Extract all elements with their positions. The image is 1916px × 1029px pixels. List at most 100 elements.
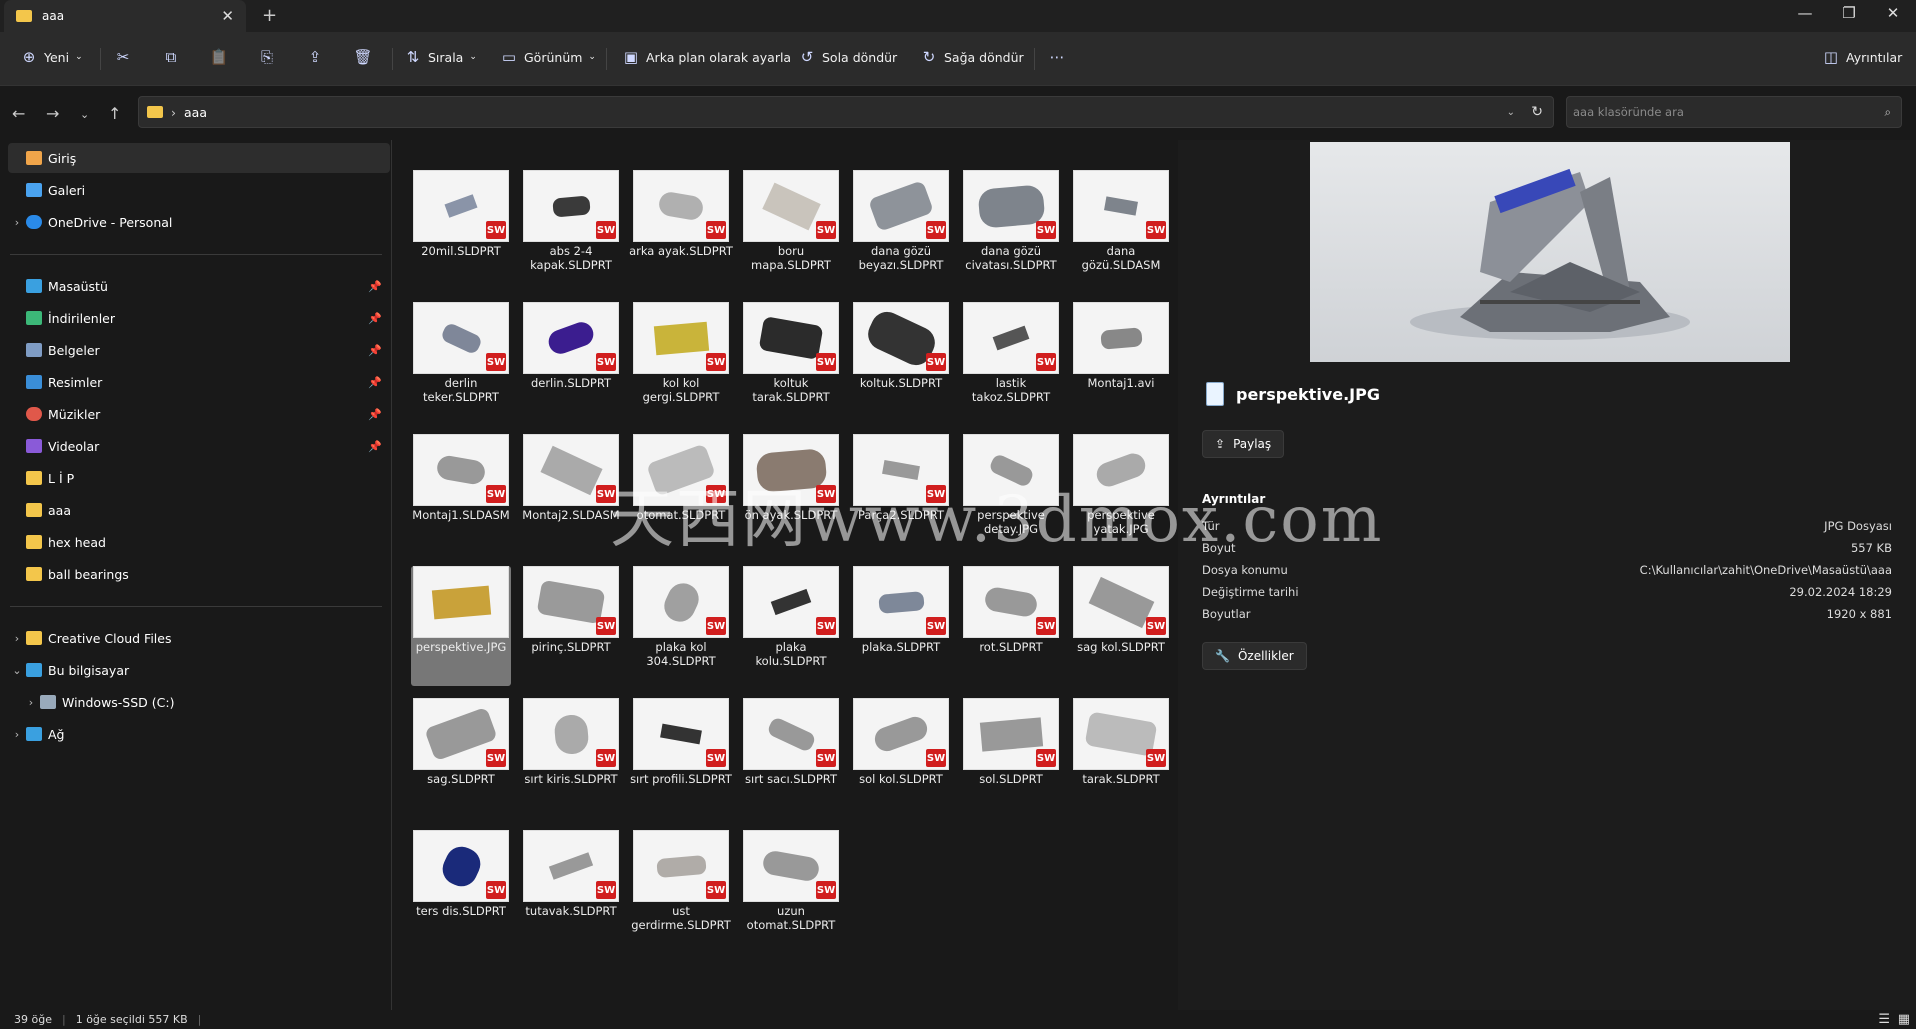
- file-item[interactable]: SW derlin teker.SLDPRT: [411, 302, 511, 422]
- file-item[interactable]: Montaj1.avi: [1071, 302, 1171, 422]
- properties-button[interactable]: 🔧 Özellikler: [1202, 642, 1307, 670]
- computer-icon: [26, 663, 42, 677]
- address-bar[interactable]: › aaa ⌄ ↻: [138, 96, 1554, 128]
- file-item[interactable]: SW Montaj2.SLDASM: [521, 434, 621, 554]
- minimize-button[interactable]: —: [1790, 4, 1820, 22]
- chevron-down-icon[interactable]: ⌄: [8, 664, 26, 677]
- share-button[interactable]: ⇪ Paylaş: [1202, 430, 1285, 458]
- new-tab-button[interactable]: +: [262, 5, 277, 26]
- file-item[interactable]: SW tutavak.SLDPRT: [521, 830, 621, 950]
- file-item[interactable]: SW lastik takoz.SLDPRT: [961, 302, 1061, 422]
- close-tab-icon[interactable]: ✕: [221, 7, 234, 25]
- chevron-right-icon[interactable]: ›: [8, 216, 26, 229]
- file-item[interactable]: SW ön ayak.SLDPRT: [741, 434, 841, 554]
- sidebar-item-gallery[interactable]: Galeri: [8, 175, 390, 205]
- file-item[interactable]: SW derlin.SLDPRT: [521, 302, 621, 422]
- file-item[interactable]: SW boru mapa.SLDPRT: [741, 170, 841, 290]
- share-button[interactable]: ⇪: [306, 48, 330, 66]
- file-item[interactable]: SW sag.SLDPRT: [411, 698, 511, 818]
- sidebar-item-this-pc[interactable]: ⌄ Bu bilgisayar: [8, 655, 390, 685]
- file-item[interactable]: perspektive detay.JPG: [961, 434, 1061, 554]
- file-item[interactable]: SW 20mil.SLDPRT: [411, 170, 511, 290]
- file-name: abs 2-4 kapak.SLDPRT: [530, 244, 612, 272]
- machine-preview-graphic: [1410, 168, 1690, 340]
- file-thumbnail: SW: [523, 434, 619, 506]
- file-thumbnail: SW: [523, 170, 619, 242]
- file-item[interactable]: SW plaka kolu.SLDPRT: [741, 566, 841, 686]
- recent-dropdown-icon[interactable]: ⌄: [80, 108, 89, 121]
- sidebar-item-documents[interactable]: Belgeler 📌: [8, 335, 390, 365]
- file-item[interactable]: SW dana gözü civatası.SLDPRT: [961, 170, 1061, 290]
- file-item[interactable]: perspektive yatak.JPG: [1071, 434, 1171, 554]
- sidebar-item-hex-head[interactable]: hex head: [8, 527, 390, 557]
- tiles-view-icon[interactable]: ▦: [1898, 1012, 1910, 1027]
- details-pane-button[interactable]: ◫ Ayrıntılar: [1822, 48, 1902, 66]
- cut-button[interactable]: ✂: [114, 48, 138, 66]
- solidworks-badge-icon: SW: [706, 221, 726, 239]
- sidebar-item-lip[interactable]: L İ P: [8, 463, 390, 493]
- file-item[interactable]: SW rot.SLDPRT: [961, 566, 1061, 686]
- file-item[interactable]: SW sırt kiris.SLDPRT: [521, 698, 621, 818]
- file-item[interactable]: SW arka ayak.SLDPRT: [629, 170, 733, 290]
- more-options-button[interactable]: ⋯: [1048, 48, 1072, 66]
- file-item[interactable]: SW sag kol.SLDPRT: [1071, 566, 1171, 686]
- file-item[interactable]: SW Montaj1.SLDASM: [411, 434, 511, 554]
- file-item[interactable]: SW abs 2-4 kapak.SLDPRT: [521, 170, 621, 290]
- file-item[interactable]: SW pirinç.SLDPRT: [521, 566, 621, 686]
- up-arrow-icon[interactable]: ↑: [108, 104, 121, 123]
- file-item[interactable]: SW kol kol gergi.SLDPRT: [631, 302, 731, 422]
- sidebar-item-ball-bearings[interactable]: ball bearings: [8, 559, 390, 589]
- file-item[interactable]: SW Parça2.SLDPRT: [851, 434, 951, 554]
- set-background-button[interactable]: ▣ Arka plan olarak ayarla: [622, 48, 791, 66]
- file-item[interactable]: SW dana gözü.SLDASM: [1071, 170, 1171, 290]
- restore-button[interactable]: ❐: [1834, 4, 1864, 22]
- rename-button[interactable]: ⎘: [258, 48, 282, 66]
- search-input[interactable]: aaa klasöründe ara ⌕: [1566, 96, 1902, 128]
- sidebar-item-music[interactable]: Müzikler 📌: [8, 399, 390, 429]
- file-item[interactable]: SW sırt sacı.SLDPRT: [741, 698, 841, 818]
- file-item[interactable]: SW koltuk tarak.SLDPRT: [741, 302, 841, 422]
- file-item[interactable]: perspektive.JPG: [411, 566, 511, 686]
- chevron-down-icon[interactable]: ⌄: [1507, 107, 1515, 118]
- file-item[interactable]: SW otomat.SLDPRT: [631, 434, 731, 554]
- sidebar-item-windows-ssd[interactable]: › Windows-SSD (C:): [8, 687, 390, 717]
- chevron-right-icon[interactable]: ›: [8, 632, 26, 645]
- file-item[interactable]: SW tarak.SLDPRT: [1071, 698, 1171, 818]
- rotate-right-button[interactable]: ↻ Sağa döndür: [920, 48, 1024, 66]
- sidebar-item-home[interactable]: Giriş: [8, 143, 390, 173]
- sidebar-item-creative-cloud[interactable]: › Creative Cloud Files: [8, 623, 390, 653]
- delete-button[interactable]: 🗑: [353, 48, 378, 66]
- breadcrumb-aaa[interactable]: aaa: [184, 105, 207, 120]
- details-view-icon[interactable]: ☰: [1878, 1012, 1890, 1027]
- view-button[interactable]: ▭ Görünüm ⌄: [500, 48, 596, 66]
- chevron-right-icon[interactable]: ›: [8, 728, 26, 741]
- file-item[interactable]: SW sol kol.SLDPRT: [851, 698, 951, 818]
- file-item[interactable]: SW ust gerdirme.SLDPRT: [631, 830, 731, 950]
- new-button[interactable]: ⊕ Yeni ⌄: [20, 48, 83, 66]
- file-item[interactable]: SW dana gözü beyazı.SLDPRT: [851, 170, 951, 290]
- sidebar-item-videos[interactable]: Videolar 📌: [8, 431, 390, 461]
- chevron-right-icon[interactable]: ›: [22, 696, 40, 709]
- sidebar-item-network[interactable]: › Ağ: [8, 719, 390, 749]
- sidebar-item-desktop[interactable]: Masaüstü 📌: [8, 271, 390, 301]
- back-arrow-icon[interactable]: ←: [12, 104, 25, 123]
- file-item[interactable]: SW plaka.SLDPRT: [851, 566, 951, 686]
- sidebar-item-downloads[interactable]: İndirilenler 📌: [8, 303, 390, 333]
- file-item[interactable]: SW uzun otomat.SLDPRT: [741, 830, 841, 950]
- copy-button[interactable]: ⧉: [162, 48, 186, 66]
- file-item[interactable]: SW sol.SLDPRT: [961, 698, 1061, 818]
- file-item[interactable]: SW koltuk.SLDPRT: [851, 302, 951, 422]
- paste-button[interactable]: 📋: [210, 48, 234, 66]
- tab-aaa[interactable]: aaa ✕: [4, 0, 246, 32]
- sidebar-item-aaa[interactable]: aaa: [8, 495, 390, 525]
- sort-button[interactable]: ⇅ Sırala ⌄: [404, 48, 477, 66]
- forward-arrow-icon[interactable]: →: [46, 104, 59, 123]
- file-item[interactable]: SW ters dis.SLDPRT: [411, 830, 511, 950]
- file-item[interactable]: SW sırt profili.SLDPRT: [630, 698, 732, 818]
- file-item[interactable]: SW plaka kol 304.SLDPRT: [631, 566, 731, 686]
- close-window-button[interactable]: ✕: [1878, 4, 1908, 22]
- sidebar-item-pictures[interactable]: Resimler 📌: [8, 367, 390, 397]
- refresh-icon[interactable]: ↻: [1531, 104, 1543, 120]
- rotate-left-button[interactable]: ↺ Sola döndür: [798, 48, 898, 66]
- sidebar-item-onedrive[interactable]: › OneDrive - Personal: [8, 207, 390, 237]
